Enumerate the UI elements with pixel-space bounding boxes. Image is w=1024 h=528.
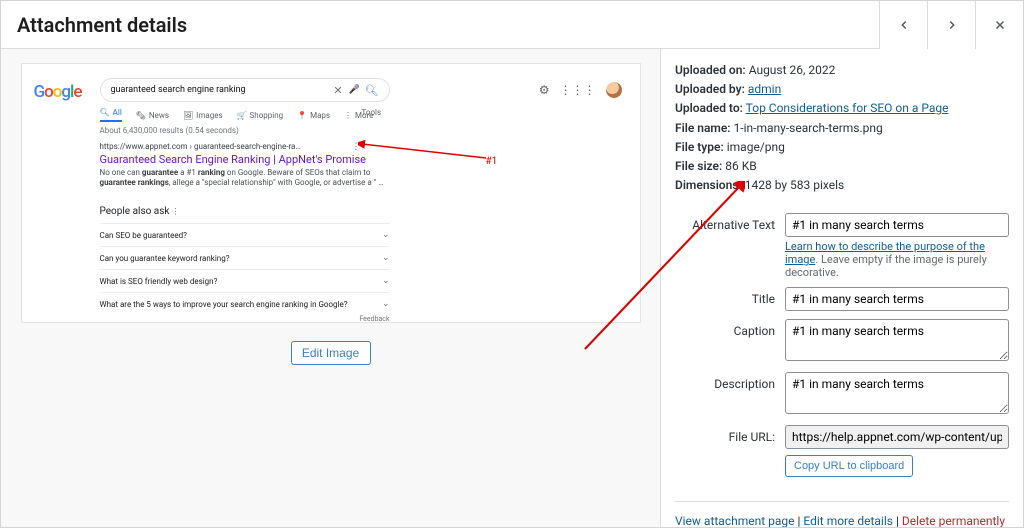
edit-details-link[interactable]: Edit more details — [803, 514, 893, 527]
apps-grid-icon: ⋮⋮⋮ — [560, 83, 596, 97]
next-attachment-button[interactable] — [927, 1, 975, 49]
meta-uploaded-to: Uploaded to: Top Considerations for SEO … — [675, 99, 1009, 118]
fileurl-label: File URL: — [675, 425, 785, 444]
meta-uploaded-by: Uploaded by: admin — [675, 80, 1009, 99]
uploaded-by-link[interactable]: admin — [748, 82, 781, 96]
caption-textarea[interactable]: #1 in many search terms — [785, 319, 1009, 361]
first-search-result: https://www.appnet.com › guaranteed-sear… — [100, 142, 390, 189]
attachment-actions: View attachment page | Edit more details… — [675, 514, 1009, 527]
prev-attachment-button[interactable] — [879, 1, 927, 49]
copy-url-button[interactable]: Copy URL to clipboard — [785, 455, 913, 477]
paa-item: Can SEO be guaranteed? — [100, 223, 390, 246]
clear-search-icon: ✕ — [333, 84, 342, 97]
result-description: No one can guarantee a #1 ranking on Goo… — [100, 168, 390, 189]
meta-file-name: File name: 1-in-many-search-terms.png — [675, 119, 1009, 138]
chevron-right-icon — [945, 18, 959, 32]
result-stats: About 6,430,000 results (0.54 seconds) — [100, 126, 239, 135]
paa-heading: People also ask — [100, 206, 390, 217]
description-textarea[interactable]: #1 in many search terms — [785, 372, 1009, 414]
description-label: Description — [675, 372, 785, 391]
result-title: Guaranteed Search Engine Ranking | AppNe… — [100, 153, 390, 166]
settings-gear-icon: ⚙ — [539, 83, 550, 97]
meta-dimensions: Dimensions: 1428 by 583 pixels — [675, 176, 1009, 195]
fileurl-input[interactable] — [785, 425, 1009, 449]
alt-text-label: Alternative Text — [675, 213, 785, 232]
separator — [675, 501, 1009, 502]
caption-label: Caption — [675, 319, 785, 338]
preview-pane: Google guaranteed search engine ranking … — [1, 49, 661, 527]
google-tools-link: Tools — [362, 108, 382, 117]
google-search-bar: guaranteed search engine ranking ✕ 🔍︎ — [100, 78, 390, 102]
search-query-text: guaranteed search engine ranking — [111, 85, 334, 95]
title-input[interactable] — [785, 287, 1009, 311]
paa-item: What is SEO friendly web design? — [100, 269, 390, 292]
alt-text-help: Learn how to describe the purpose of the… — [785, 240, 1009, 279]
uploaded-to-link[interactable]: Top Considerations for SEO on a Page — [746, 101, 949, 115]
search-icon: 🔍︎ — [365, 84, 379, 97]
alt-text-input[interactable] — [785, 213, 1009, 237]
modal-header: Attachment details — [1, 1, 1023, 49]
attachment-preview-image: Google guaranteed search engine ranking … — [21, 63, 641, 323]
result-more-icon: ⋮ — [352, 142, 361, 152]
paa-item: What are the 5 ways to improve your sear… — [100, 292, 390, 315]
close-icon — [993, 18, 1007, 32]
modal-title: Attachment details — [17, 13, 187, 37]
edit-image-button[interactable]: Edit Image — [291, 341, 371, 365]
user-avatar — [606, 82, 622, 98]
delete-permanently-link[interactable]: Delete permanently — [902, 514, 1005, 527]
meta-file-size: File size: 86 KB — [675, 157, 1009, 176]
attachment-details-modal: Attachment details Google guaranteed sea… — [0, 0, 1024, 528]
paa-item: Can you guarantee keyword ranking? — [100, 246, 390, 269]
header-controls — [879, 1, 1023, 48]
google-result-tabs: 🔍︎All 🗞News 🖼Images 🛒Shopping 📍Maps ⋮Mor… — [100, 108, 374, 122]
details-pane: Uploaded on: August 26, 2022 Uploaded by… — [661, 49, 1023, 527]
paa-feedback: Feedback — [100, 315, 390, 323]
title-label: Title — [675, 287, 785, 306]
chevron-left-icon — [897, 18, 911, 32]
microphone-icon — [349, 85, 359, 95]
meta-uploaded-on: Uploaded on: August 26, 2022 — [675, 61, 1009, 80]
view-attachment-link[interactable]: View attachment page — [675, 514, 795, 527]
close-modal-button[interactable] — [975, 1, 1023, 49]
annotation-marker: #1 — [486, 156, 498, 167]
meta-file-type: File type: image/png — [675, 138, 1009, 157]
result-url: https://www.appnet.com › guaranteed-sear… — [100, 142, 390, 151]
people-also-ask: People also ask Can SEO be guaranteed? C… — [100, 206, 390, 323]
google-logo: Google — [34, 82, 82, 102]
modal-body: Google guaranteed search engine ranking … — [1, 49, 1023, 527]
